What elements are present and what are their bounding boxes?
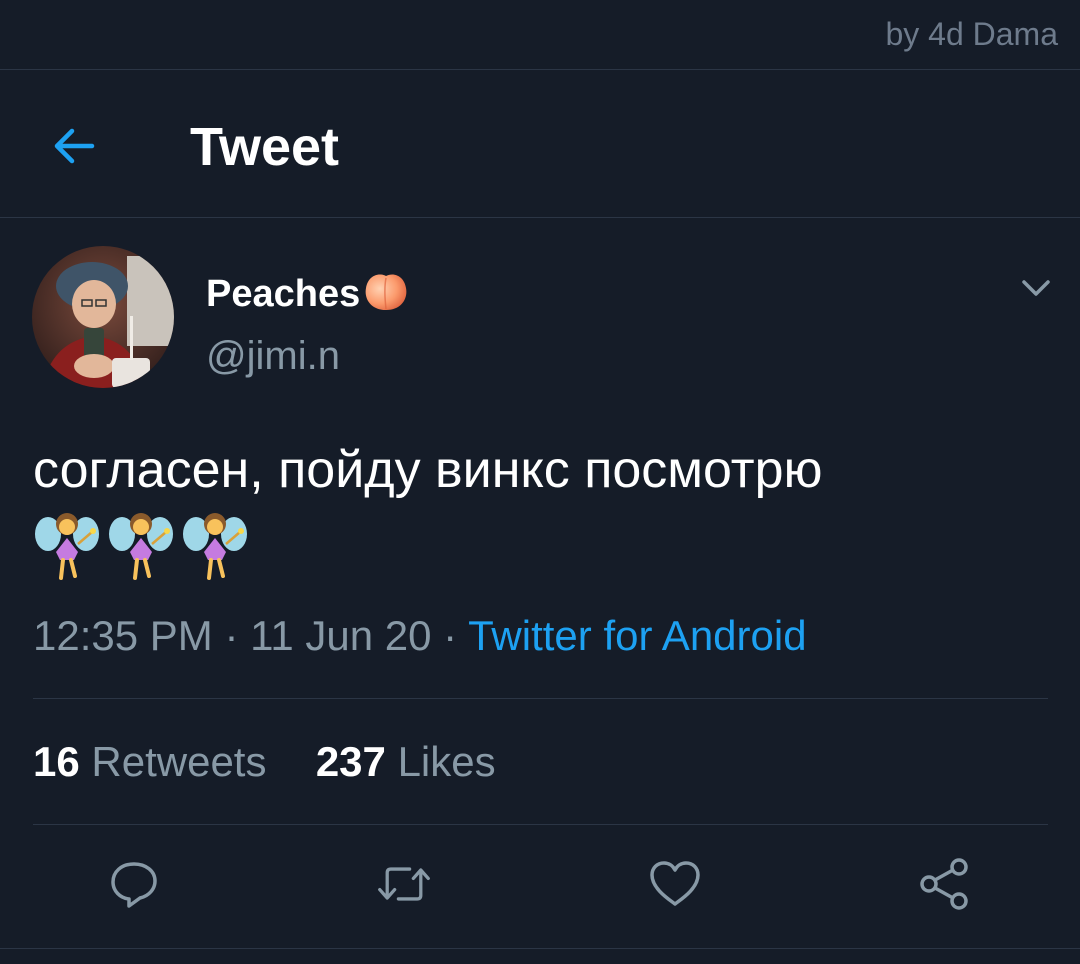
tweet-text: согласен, пойду винкс посмотрю (33, 441, 823, 499)
top-divider (0, 69, 1080, 70)
tweet-source-link[interactable]: Twitter for Android (468, 612, 806, 659)
retweets-count: 16 (33, 738, 80, 785)
fairy-emoji (182, 508, 248, 589)
arrow-left-icon (54, 128, 95, 164)
emoji-row (34, 508, 248, 589)
watermark: by 4d Dama (885, 16, 1058, 52)
display-name-text: Peaches (206, 272, 361, 315)
user-handle[interactable]: @jimi.n (206, 334, 340, 379)
retweets-label: Retweets (91, 738, 267, 785)
meta-separator: · (224, 612, 239, 659)
tweet-stats: 16 Retweets 237 Likes (33, 738, 496, 786)
reply-button[interactable] (106, 856, 162, 912)
meta-separator: · (443, 612, 458, 659)
share-icon (920, 858, 968, 910)
likes-stat[interactable]: 237 Likes (316, 738, 496, 785)
reply-icon (111, 862, 157, 908)
retweet-button[interactable] (376, 856, 432, 912)
tweet-date: 11 Jun 20 (250, 612, 432, 659)
heart-icon (650, 861, 700, 906)
tweet-meta: 12:35 PM · 11 Jun 20 · Twitter for Andro… (33, 612, 807, 660)
stats-divider (33, 824, 1048, 825)
retweet-icon (378, 867, 430, 901)
header-divider (0, 217, 1080, 218)
bottom-divider (0, 948, 1080, 949)
tweet-menu-button[interactable] (1016, 268, 1056, 308)
avatar[interactable] (32, 246, 174, 388)
display-name[interactable]: Peaches (206, 266, 410, 322)
share-button[interactable] (916, 856, 972, 912)
back-button[interactable] (46, 118, 102, 174)
meta-divider (33, 698, 1048, 699)
likes-label: Likes (397, 738, 496, 785)
fairy-emoji (108, 508, 174, 589)
page-title: Tweet (190, 117, 340, 177)
retweets-stat[interactable]: 16 Retweets (33, 738, 266, 785)
peach-emoji (362, 266, 410, 322)
likes-count: 237 (315, 738, 386, 785)
fairy-emoji (34, 508, 100, 589)
like-button[interactable] (647, 856, 703, 912)
chevron-down-icon (1022, 280, 1050, 296)
tweet-time: 12:35 PM (33, 612, 213, 659)
